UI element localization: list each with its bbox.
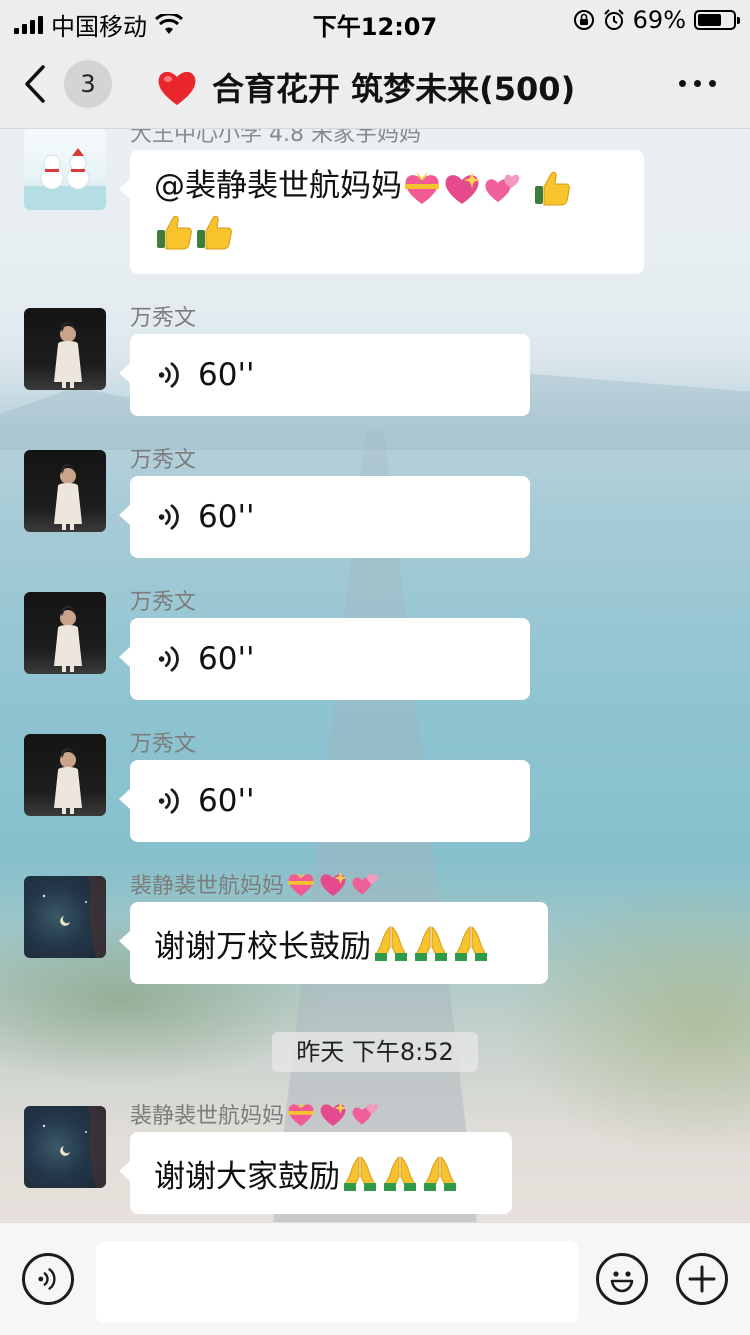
status-right: 69% [573,6,740,34]
voice-wave-icon [156,360,184,390]
folded-hands-icon [371,923,411,963]
voice-duration: 60'' [198,499,255,535]
voice-duration: 60'' [198,641,255,677]
folded-hands-icon [451,923,491,963]
voice-wave-icon [156,502,184,532]
folded-hands-icon [411,923,451,963]
message-text: 谢谢万校长鼓励 [154,928,371,965]
folded-hands-icon [380,1153,420,1193]
emoji-smiley-icon [610,1271,634,1293]
voice-message-bubble[interactable]: 60'' [119,334,530,416]
text-message-bubble[interactable]: @裴静裴世航妈妈 [119,150,644,274]
voice-wave-icon [156,786,184,816]
voice-mode-button[interactable] [22,1253,74,1305]
time-separator: 昨天 下午8:52 [272,1032,478,1072]
message-list[interactable]: 大王中心小学 4.8 宋家宇妈妈 @裴静裴世航妈妈 万秀文 60'' 万秀文 6… [0,128,750,1222]
thumbs-up-icon [194,212,234,252]
sender-avatar[interactable] [24,592,106,674]
text-message-bubble[interactable]: 谢谢大家鼓励 [119,1132,512,1214]
chat-header: 3 合育花开 筑梦未来(500) [0,40,750,129]
sender-name-row: 裴静裴世航妈妈 [130,868,380,900]
sparkling-heart-icon [442,168,482,208]
chevron-left-icon [25,65,45,103]
voice-wave-icon [156,644,184,674]
voice-message-bubble[interactable]: 60'' [119,760,530,842]
folded-hands-icon [340,1153,380,1193]
sender-avatar[interactable] [24,1106,106,1188]
sparkling-heart-icon [318,869,348,899]
red-heart-icon [158,71,196,105]
battery-percent: 69% [632,6,686,34]
message-text: @裴静裴世航妈妈 [154,168,402,204]
message-text: 谢谢大家鼓励 [154,1158,340,1195]
night-sky-avatar-icon [42,876,106,958]
snowman-avatar-icon [24,148,106,210]
sender-name-row: 裴静裴世航妈妈 [130,1098,380,1130]
voice-duration: 60'' [198,357,255,393]
more-plus-button[interactable] [676,1253,728,1305]
more-dot-icon [694,80,701,87]
message-text-input[interactable] [96,1241,578,1323]
orientation-lock-icon [573,10,594,30]
gift-heart-icon [286,869,316,899]
status-bar: 中国移动 下午12:07 69% [0,0,750,41]
unread-count-badge[interactable]: 3 [64,60,112,108]
back-button[interactable] [24,62,64,106]
folded-hands-icon [420,1153,460,1193]
battery-icon [694,10,740,30]
chat-title: 合育花开 筑梦未来(500) [156,64,575,110]
two-hearts-icon [350,869,380,899]
two-hearts-icon [482,168,522,208]
sender-name: 大王中心小学 4.8 宋家宇妈妈 [130,128,421,147]
sender-name: 裴静裴世航妈妈 [130,1104,285,1129]
sender-name: 裴静裴世航妈妈 [130,874,285,899]
voice-mode-icon [36,1266,60,1292]
text-message-bubble[interactable]: 谢谢万校长鼓励 [119,902,548,984]
sender-name: 万秀文 [130,732,197,757]
voice-message-bubble[interactable]: 60'' [119,476,530,558]
thumbs-up-icon [154,212,194,252]
chat-title-text: 合育花开 筑梦未来(500) [212,70,576,108]
more-dot-icon [679,80,686,87]
person-avatar-icon [24,734,106,816]
more-options-button[interactable] [679,80,716,87]
voice-duration: 60'' [198,783,255,819]
person-avatar-icon [24,592,106,674]
sender-name: 万秀文 [130,590,197,615]
night-sky-avatar-icon [42,1106,106,1188]
sender-avatar[interactable] [24,308,106,390]
sender-avatar[interactable] [24,128,106,210]
gift-heart-icon [402,168,442,208]
sender-avatar[interactable] [24,734,106,816]
sender-avatar[interactable] [24,876,106,958]
two-hearts-icon [350,1099,380,1129]
gift-heart-icon [286,1099,316,1129]
person-avatar-icon [24,450,106,532]
sender-avatar[interactable] [24,450,106,532]
sparkling-heart-icon [318,1099,348,1129]
sender-name: 万秀文 [130,448,197,473]
more-plus-icon [688,1265,716,1293]
thumbs-up-icon [532,168,572,208]
person-avatar-icon [24,308,106,390]
battery-level [698,14,721,26]
emoji-button[interactable] [596,1253,648,1305]
sender-name: 万秀文 [130,306,197,331]
message-input-bar [0,1222,750,1335]
more-dot-icon [709,80,716,87]
voice-message-bubble[interactable]: 60'' [119,618,530,700]
alarm-icon [603,9,624,30]
